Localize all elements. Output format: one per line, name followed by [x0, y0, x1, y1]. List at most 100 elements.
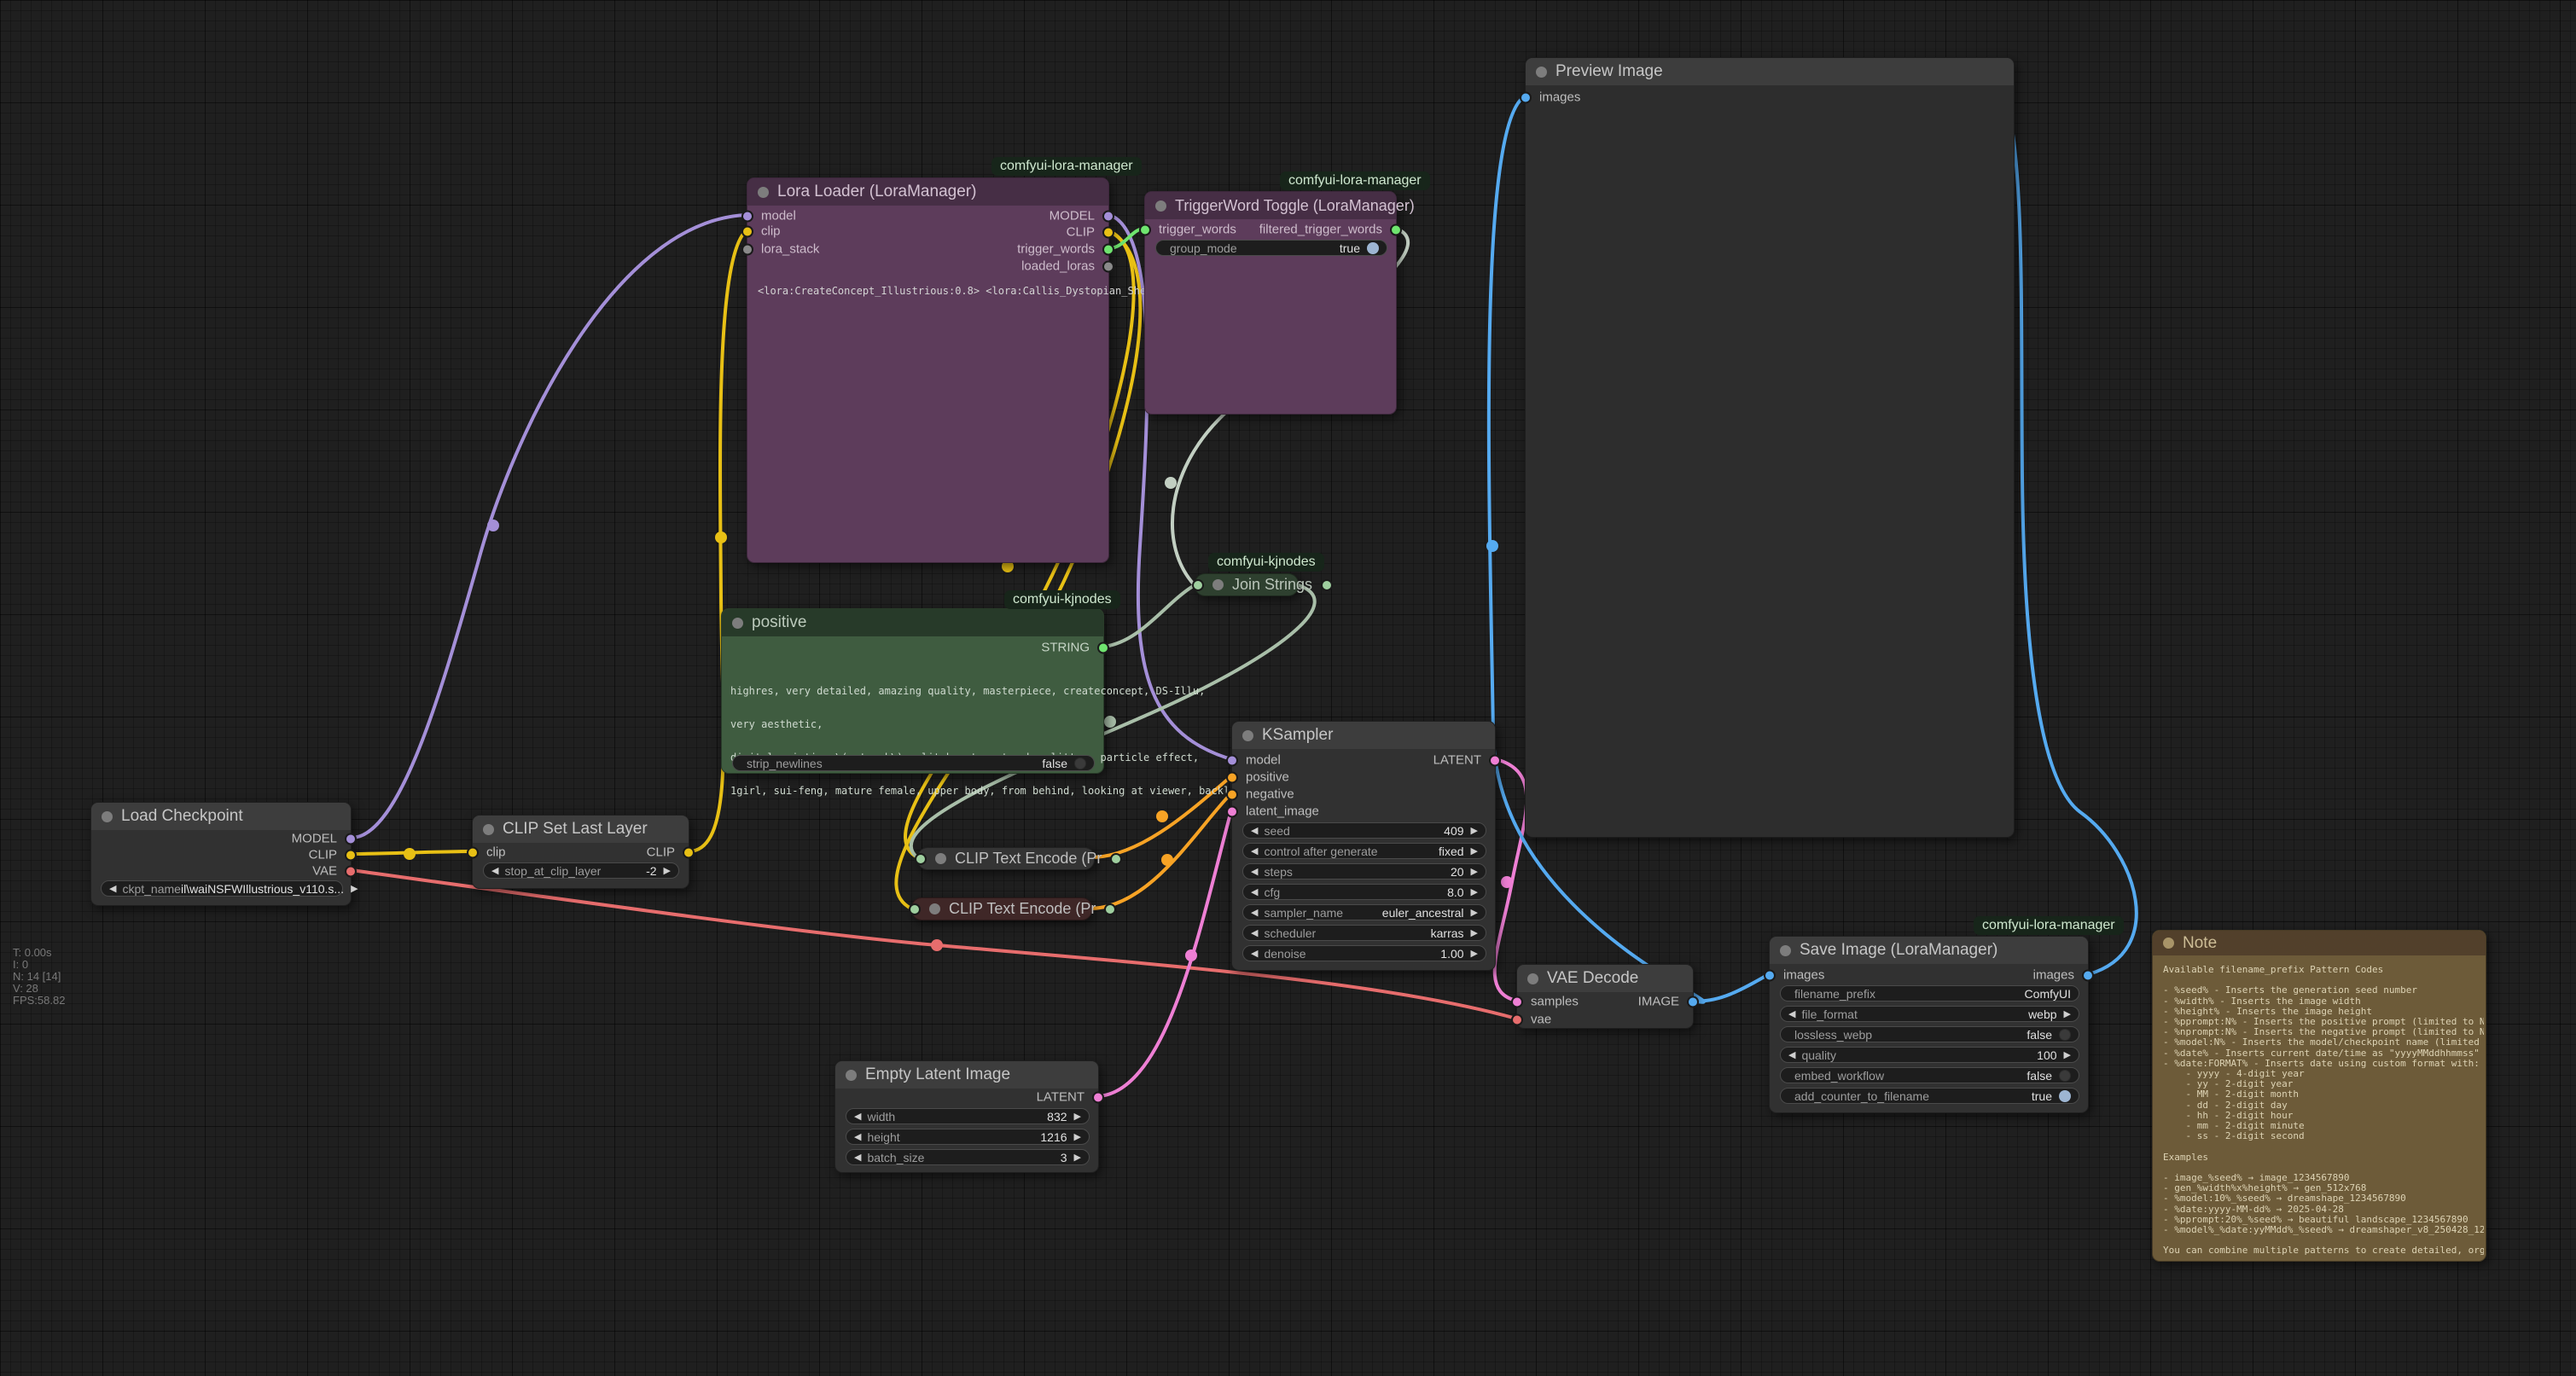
node-collapse-dot[interactable]: [846, 1070, 857, 1081]
output-port-trigger-words[interactable]: trigger_words: [1017, 242, 1114, 257]
combo-right-icon[interactable]: ▶: [1074, 1111, 1081, 1122]
port-dot[interactable]: [1102, 210, 1114, 222]
height-combo[interactable]: ◀ height 1216 ▶: [846, 1129, 1090, 1145]
node-collapse-dot[interactable]: [1780, 945, 1791, 956]
combo-right-icon[interactable]: ▶: [1471, 907, 1478, 918]
port-dot[interactable]: [741, 225, 753, 237]
output-port-clip[interactable]: CLIP: [309, 848, 357, 862]
node-collapse-dot[interactable]: [1242, 730, 1253, 741]
combo-right-icon[interactable]: ▶: [1074, 1152, 1081, 1163]
prompt-textarea[interactable]: highres, very detailed, amazing quality,…: [730, 664, 1225, 819]
combo-left-icon[interactable]: ◀: [1251, 886, 1258, 897]
output-port-clip[interactable]: CLIP: [1067, 225, 1114, 240]
node-collapse-dot[interactable]: [929, 903, 940, 914]
node-collapse-dot[interactable]: [1536, 67, 1547, 78]
combo-right-icon[interactable]: ▶: [664, 865, 671, 876]
node-collapse-dot[interactable]: [1212, 579, 1224, 590]
toggle-knob[interactable]: [2059, 1090, 2071, 1102]
port-dot[interactable]: [345, 833, 357, 845]
port-dot[interactable]: [1102, 226, 1114, 238]
combo-left-icon[interactable]: ◀: [1251, 825, 1258, 836]
input-port-positive[interactable]: positive: [1226, 770, 1289, 785]
combo-right-icon[interactable]: ▶: [1471, 845, 1478, 856]
input-port-clip[interactable]: clip: [741, 224, 781, 239]
node-load-checkpoint[interactable]: Load Checkpoint MODEL CLIP VAE ◀ ckpt_na…: [90, 802, 352, 906]
combo-left-icon[interactable]: ◀: [491, 865, 498, 876]
input-port-model[interactable]: model: [1226, 753, 1281, 768]
port-dot[interactable]: [1687, 996, 1699, 1007]
node-empty-latent-image[interactable]: Empty Latent Image LATENT ◀ width 832 ▶ …: [834, 1060, 1099, 1173]
toggle-knob[interactable]: [1074, 758, 1086, 769]
output-port-model[interactable]: MODEL: [292, 832, 357, 846]
port-dot[interactable]: [1102, 243, 1114, 255]
node-clip-set-last-layer[interactable]: CLIP Set Last Layer clip CLIP ◀ stop_at_…: [472, 815, 689, 889]
input-port-images[interactable]: images: [1520, 90, 1580, 105]
combo-left-icon[interactable]: ◀: [1251, 845, 1258, 856]
port-dot[interactable]: [1102, 260, 1114, 272]
file-format-combo[interactable]: ◀ file_format webp ▶: [1780, 1006, 2079, 1022]
port-dot[interactable]: [683, 846, 695, 858]
node-collapse-dot[interactable]: [732, 618, 743, 629]
node-save-image[interactable]: Save Image (LoraManager) images images f…: [1769, 936, 2089, 1113]
combo-right-icon[interactable]: ▶: [1471, 825, 1478, 836]
node-collapse-dot[interactable]: [758, 187, 769, 198]
node-titlebar[interactable]: Load Checkpoint: [91, 803, 351, 830]
node-collapse-dot[interactable]: [483, 824, 494, 835]
output-port-images[interactable]: images: [2033, 968, 2094, 983]
collapsed-input-dot[interactable]: [909, 903, 921, 915]
input-port-model[interactable]: model: [741, 209, 796, 224]
output-port-string[interactable]: STRING: [1041, 641, 1109, 655]
port-dot[interactable]: [1390, 224, 1402, 235]
combo-left-icon[interactable]: ◀: [854, 1111, 861, 1122]
collapsed-output-dot[interactable]: [1321, 579, 1333, 591]
denoise-combo[interactable]: ◀ denoise 1.00 ▶: [1242, 945, 1486, 961]
node-titlebar[interactable]: KSampler: [1232, 722, 1495, 749]
combo-left-icon[interactable]: ◀: [1788, 1049, 1795, 1060]
toggle-knob[interactable]: [2059, 1029, 2071, 1041]
scheduler-combo[interactable]: ◀ scheduler karras ▶: [1242, 925, 1486, 941]
node-clip-text-encode-positive[interactable]: CLIP Text Encode (Pr: [917, 847, 1095, 870]
collapsed-output-dot[interactable]: [1104, 903, 1116, 915]
comfyui-canvas[interactable]: { "app": "ComfyUI node graph", "icons": …: [0, 0, 2576, 1376]
toggle-knob[interactable]: [2059, 1070, 2071, 1082]
node-collapse-dot[interactable]: [2163, 938, 2174, 949]
output-port-clip[interactable]: CLIP: [647, 845, 695, 860]
cfg-combo[interactable]: ◀ cfg 8.0 ▶: [1242, 884, 1486, 900]
node-titlebar[interactable]: TriggerWord Toggle (LoraManager): [1145, 192, 1396, 219]
input-port-samples[interactable]: samples: [1511, 995, 1579, 1009]
input-port-images[interactable]: images: [1764, 968, 1824, 983]
output-port-latent[interactable]: LATENT: [1433, 753, 1501, 768]
combo-left-icon[interactable]: ◀: [1251, 927, 1258, 938]
port-dot[interactable]: [1520, 91, 1532, 103]
combo-left-icon[interactable]: ◀: [109, 883, 116, 894]
node-ksampler[interactable]: KSampler model positive negative latent_…: [1231, 721, 1496, 971]
port-dot[interactable]: [2082, 969, 2094, 981]
output-port-filtered-trigger-words[interactable]: filtered_trigger_words: [1259, 223, 1402, 237]
node-titlebar[interactable]: Empty Latent Image: [835, 1061, 1098, 1089]
combo-right-icon[interactable]: ▶: [1074, 1131, 1081, 1142]
port-dot[interactable]: [1226, 754, 1238, 766]
note-textarea[interactable]: Available filename_prefix Pattern Codes …: [2163, 965, 2484, 1257]
port-dot[interactable]: [1092, 1091, 1104, 1103]
steps-combo[interactable]: ◀ steps 20 ▶: [1242, 863, 1486, 880]
quality-combo[interactable]: ◀ quality 100 ▶: [1780, 1047, 2079, 1063]
port-dot[interactable]: [467, 846, 479, 858]
port-dot[interactable]: [741, 243, 753, 255]
lora-syntax-text[interactable]: <lora:CreateConcept_Illustrious:0.8> <lo…: [758, 286, 1133, 297]
port-dot[interactable]: [1097, 642, 1109, 653]
node-collapse-dot[interactable]: [1155, 200, 1166, 212]
stop-at-clip-layer-combo[interactable]: ◀ stop_at_clip_layer -2 ▶: [483, 862, 679, 879]
toggle-knob[interactable]: [1367, 242, 1379, 254]
ckpt-name-combo[interactable]: ◀ ckpt_name il\waiNSFWIllustrious_v110.s…: [101, 880, 343, 897]
output-port-image[interactable]: IMAGE: [1638, 995, 1699, 1009]
combo-right-icon[interactable]: ▶: [1471, 948, 1478, 959]
node-note[interactable]: Note Available filename_prefix Pattern C…: [2152, 930, 2486, 1262]
input-port-clip[interactable]: clip: [467, 845, 506, 860]
output-port-loaded-loras[interactable]: loaded_loras: [1021, 259, 1114, 274]
sampler-name-combo[interactable]: ◀ sampler_name euler_ancestral ▶: [1242, 904, 1486, 920]
port-dot[interactable]: [345, 849, 357, 861]
port-dot[interactable]: [1511, 1013, 1523, 1025]
collapsed-output-dot[interactable]: [1110, 853, 1122, 865]
input-port-lora-stack[interactable]: lora_stack: [741, 242, 819, 257]
collapsed-input-dot[interactable]: [1192, 579, 1204, 591]
